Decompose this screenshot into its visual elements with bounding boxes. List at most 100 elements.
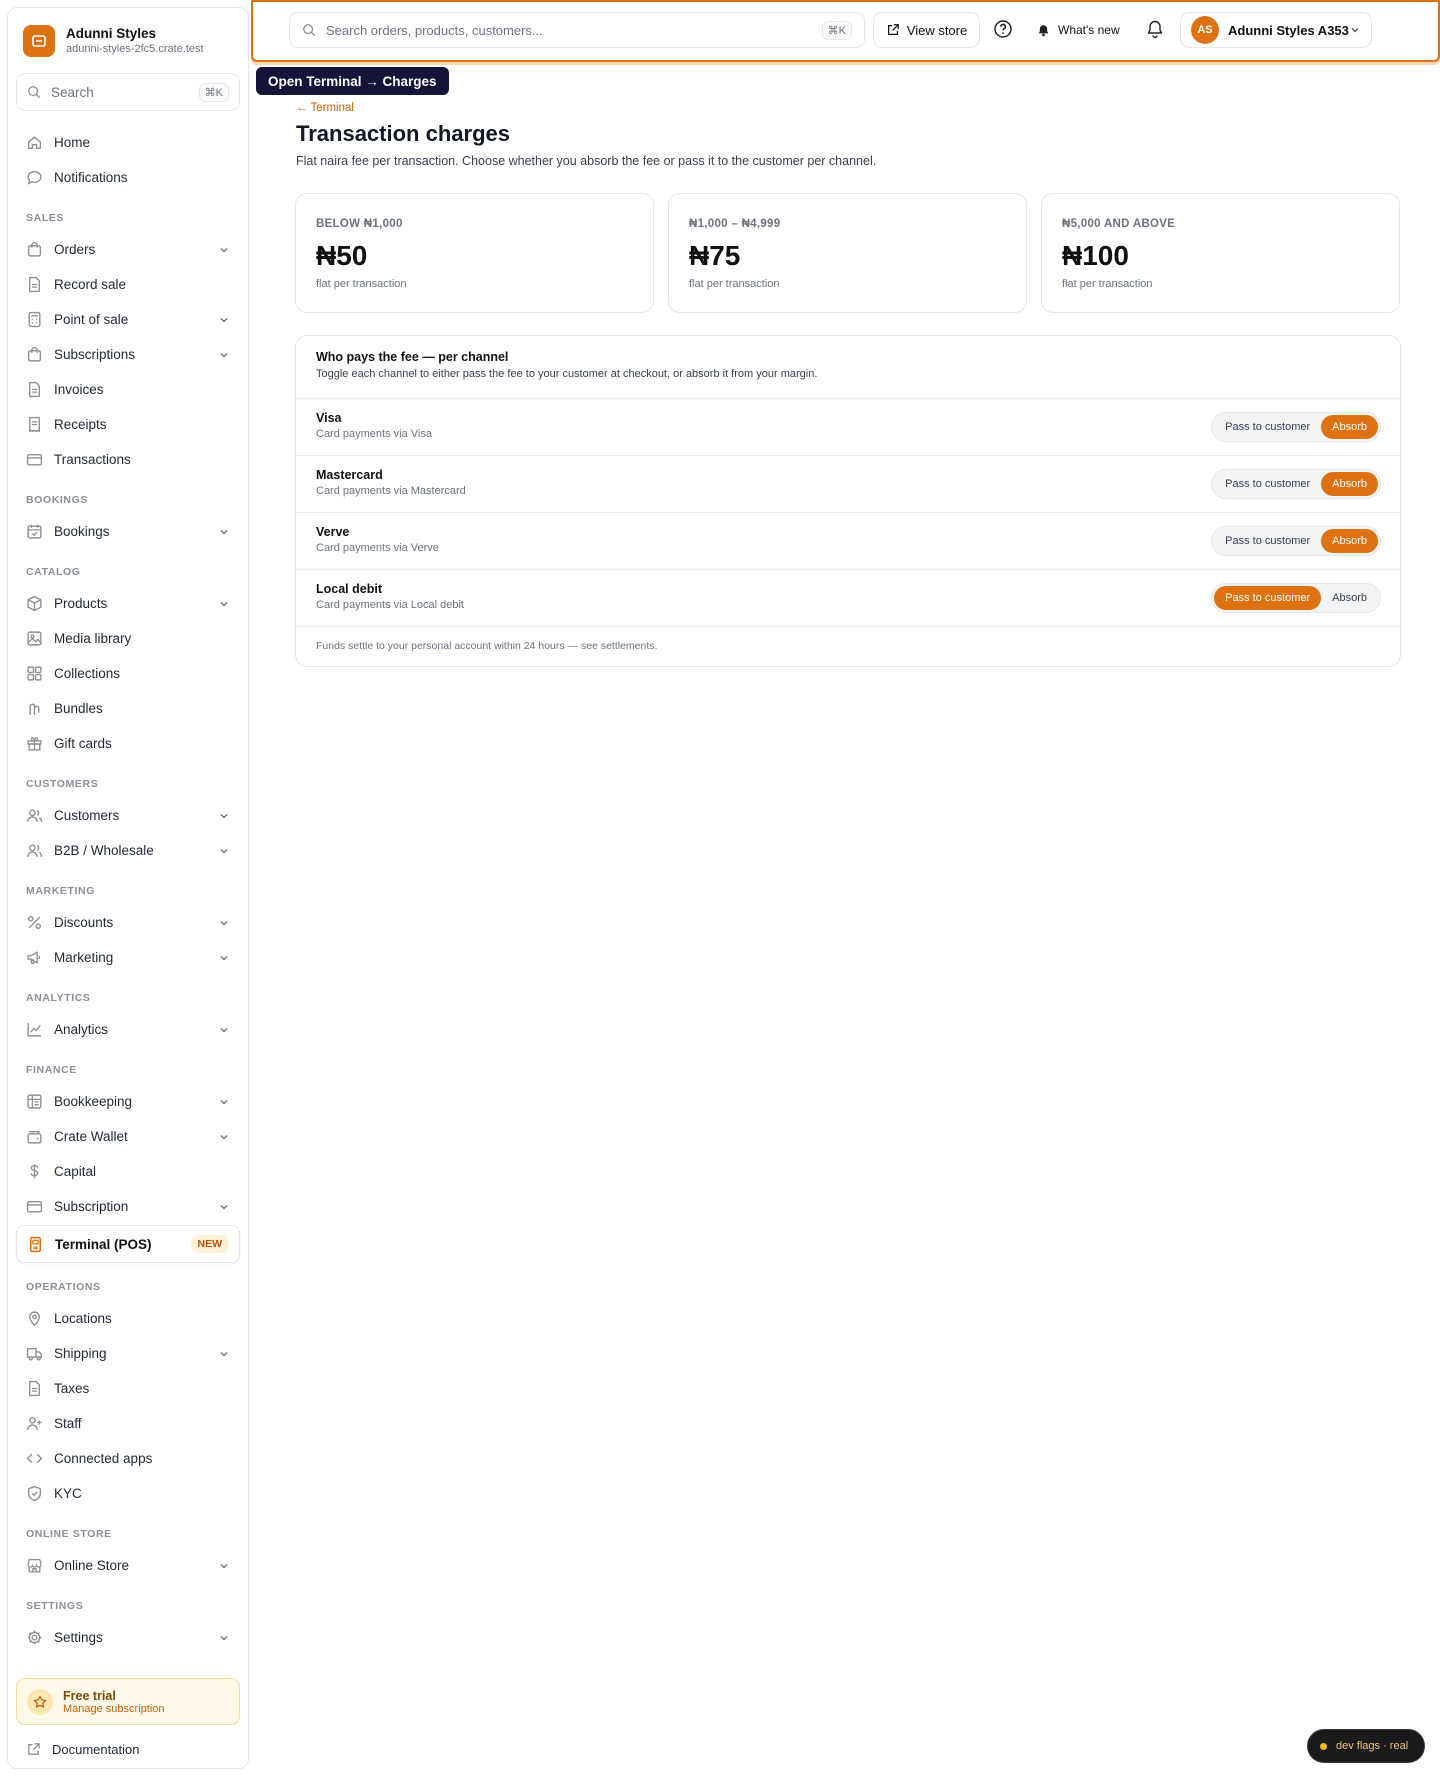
nav-section-analytics: ANALYTICS [26,992,91,1004]
tier-amount: ₦100 [1062,240,1129,271]
sidebar-item-kyc[interactable]: KYC [16,1476,240,1511]
sidebar-item-label: Settings [54,1630,103,1645]
sidebar-item-label: Collections [54,666,121,681]
sidebar-item-analytics[interactable]: Analytics [16,1012,240,1047]
fee-tier-card: ₦5,000 AND ABOVE ₦100 flat per transacti… [1041,193,1400,313]
sidebar-item-label: Invoices [54,382,104,397]
account-name: Adunni Styles A353 [1228,22,1349,38]
sidebar-item-label: Subscription [54,1199,129,1214]
sidebar-item-receipts[interactable]: Receipts [16,407,240,442]
global-search[interactable]: Search orders, products, customers... ⌘K [289,12,865,48]
sidebar-item-customers[interactable]: Customers [16,798,240,833]
calculator-icon [28,311,41,328]
sidebar-item-label: Marketing [54,950,114,965]
sidebar-item-label: Connected apps [54,1451,153,1466]
absorb-option[interactable]: Absorb [1321,529,1378,553]
pass-to-customer-option[interactable]: Pass to customer [1214,415,1321,439]
chevron-down-icon [220,1351,228,1356]
sidebar-item-marketing[interactable]: Marketing [16,940,240,975]
channel-row-mastercard: Mastercard Card payments via Mastercard Pa… [296,456,1400,513]
fee-payer-toggle: Pass to customer Absorb [1211,412,1381,442]
chevron-down-icon [220,317,228,322]
sidebar-search[interactable]: Search ⌘K [16,73,240,111]
tier-range: ₦1,000 – ₦4,999 [689,218,781,230]
document-icon [29,1380,40,1397]
global-search-placeholder: Search orders, products, customers... [326,22,543,38]
sidebar-item-label: Analytics [54,1022,109,1037]
sidebar-item-shipping[interactable]: Shipping [16,1336,240,1371]
fee-payer-toggle: Pass to customer Absorb [1211,526,1381,556]
pass-to-customer-option[interactable]: Pass to customer [1214,529,1321,553]
ledger-icon [27,1094,42,1109]
absorb-option[interactable]: Absorb [1321,586,1378,610]
store-icon [27,1559,42,1573]
pass-to-customer-option[interactable]: Pass to customer [1214,472,1321,496]
chevron-down-icon [1351,28,1359,33]
sidebar-item-transactions[interactable]: Transactions [16,442,240,477]
discount-icon [27,915,42,930]
sidebar-item-media-library[interactable]: Media library [16,621,240,656]
sidebar-item-bundles[interactable]: Bundles [16,691,240,726]
sidebar-item-capital[interactable]: Capital [16,1154,240,1189]
page-title: Transaction charges [296,121,510,146]
sidebar-item-crate-wallet[interactable]: Crate Wallet [16,1119,240,1154]
sidebar-item-label: Bundles [54,701,103,716]
store-switcher[interactable]: Adunni Styles adunni-styles-2fc5.crate.t… [23,25,204,57]
sidebar-item-b2b-wholesale[interactable]: B2B / Wholesale [16,833,240,868]
dev-flags-pill[interactable]: dev flags · real [1307,1729,1425,1763]
nav-section-catalog: CATALOG [26,566,81,578]
page-subtitle: Flat naira fee per transaction. Choose w… [296,154,877,168]
sidebar-item-record-sale[interactable]: Record sale [16,267,240,302]
whats-new-button[interactable]: What's new [1037,12,1120,48]
terminal-icon [29,1236,42,1252]
sidebar-item-discounts[interactable]: Discounts [16,905,240,940]
sidebar-item-connected-apps[interactable]: Connected apps [16,1441,240,1476]
sidebar-item-label: Shipping [54,1346,107,1361]
sidebar-item-point-of-sale[interactable]: Point of sale [16,302,240,337]
absorb-option[interactable]: Absorb [1321,472,1378,496]
sidebar-item-subscriptions[interactable]: Subscriptions [16,337,240,372]
sidebar-item-products[interactable]: Products [16,586,240,621]
nav-section-sales: SALES [26,212,65,224]
panel-description: Toggle each channel to either pass the f… [316,368,818,380]
sidebar-item-label: B2B / Wholesale [54,843,154,858]
sidebar-item-invoices[interactable]: Invoices [16,372,240,407]
sidebar-item-collections[interactable]: Collections [16,656,240,691]
user-plus-icon [26,1416,42,1430]
documentation-link[interactable]: Documentation [26,1742,139,1757]
sidebar-item-orders[interactable]: Orders [16,232,240,267]
sidebar-item-label: Online Store [54,1558,130,1573]
sidebar-item-notifications[interactable]: Notifications [16,160,240,195]
sidebar-item-label: Point of sale [54,312,129,327]
home-icon [27,136,42,150]
chevron-down-icon [220,1635,228,1640]
fee-payer-toggle: Pass to customer Absorb [1211,469,1381,499]
sidebar-item-taxes[interactable]: Taxes [16,1371,240,1406]
view-store-button[interactable]: View store [873,12,980,48]
sidebar-item-terminal-pos[interactable]: Terminal (POS) NEW [16,1225,240,1263]
absorb-option[interactable]: Absorb [1321,415,1378,439]
sidebar-item-subscription[interactable]: Subscription [16,1189,240,1224]
notifications-bell-icon[interactable] [1145,19,1167,41]
documentation-label: Documentation [52,1742,140,1757]
sidebar-item-home[interactable]: Home [16,125,240,160]
sidebar-item-bookings[interactable]: Bookings [16,514,240,549]
sidebar-item-label: Bookings [54,524,110,539]
sidebar-item-gift-cards[interactable]: Gift cards [16,726,240,761]
account-menu[interactable]: AS Adunni Styles A353 [1180,12,1372,48]
topbar: Search orders, products, customers... ⌘K… [251,0,1440,62]
tier-unit: flat per transaction [316,278,407,290]
sidebar-item-online-store[interactable]: Online Store [16,1548,240,1583]
sidebar-item-staff[interactable]: Staff [16,1406,240,1441]
back-to-terminal-link[interactable]: ← Terminal [296,102,354,114]
free-trial-card[interactable]: Free trial Manage subscription [16,1678,240,1725]
whats-new-label: What's new [1058,23,1120,37]
help-icon[interactable] [993,19,1015,41]
sidebar-item-settings[interactable]: Settings [16,1620,240,1655]
sidebar-item-locations[interactable]: Locations [16,1301,240,1336]
pass-to-customer-option[interactable]: Pass to customer [1214,586,1322,610]
sidebar-item-bookkeeping[interactable]: Bookkeeping [16,1084,240,1119]
manage-subscription-link[interactable]: Manage subscription [63,1703,165,1715]
bag-icon [27,346,42,362]
nav-section-customers: CUSTOMERS [26,778,99,790]
